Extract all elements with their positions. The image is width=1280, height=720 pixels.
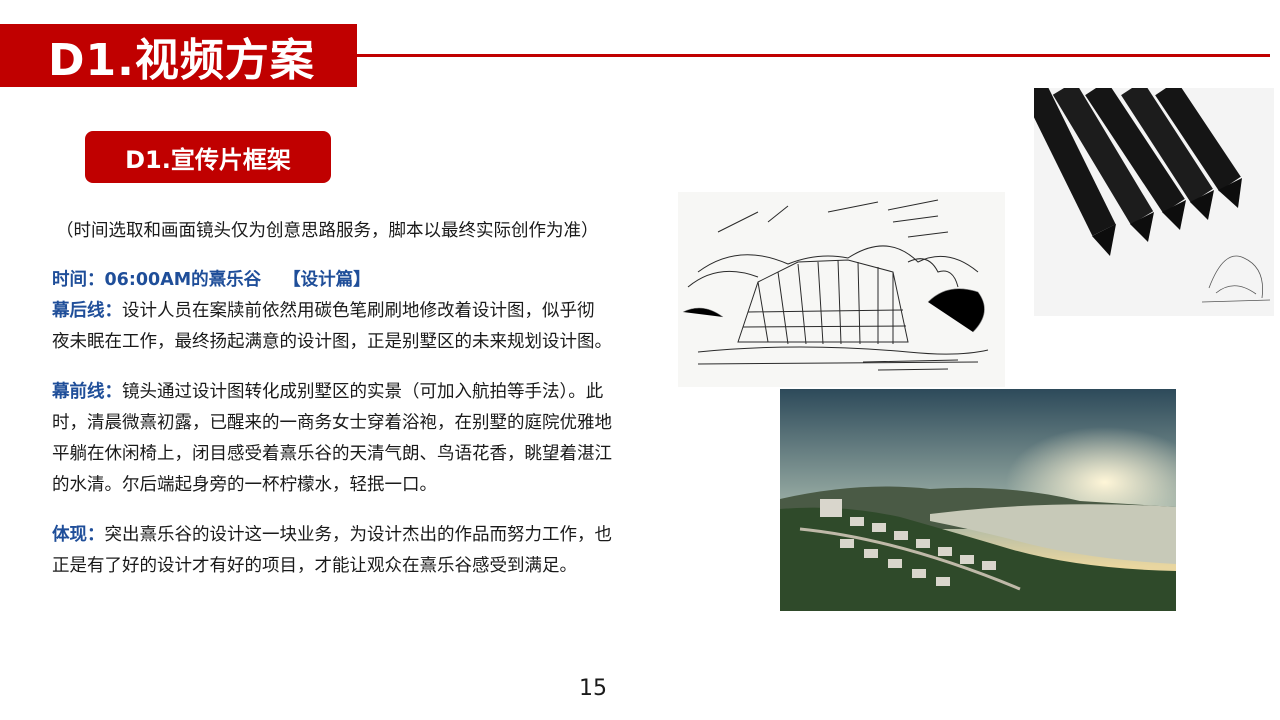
time-heading: 时间：06:00AM的熹乐谷 【设计篇】	[52, 265, 662, 296]
frontstage-label: 幕前线：	[52, 382, 122, 402]
backstage-text-1: 设计人员在案牍前依然用碳色笔刷刷地修改着设计图，似乎彻	[122, 301, 595, 321]
backstage-line-1: 幕后线：设计人员在案牍前依然用碳色笔刷刷地修改着设计图，似乎彻	[52, 296, 662, 327]
backstage-line-2: 夜未眠在工作，最终扬起满意的设计图，正是别墅区的未来规划设计图。	[52, 332, 612, 352]
embody-section: 体现：突出熹乐谷的设计这一块业务，为设计杰出的作品而努力工作，也 正是有了好的设…	[52, 520, 662, 582]
disclaimer-note: （时间选取和画面镜头仅为创意思路服务，脚本以最终实际创作为准）	[56, 221, 599, 241]
script-text: （时间选取和画面镜头仅为创意思路服务，脚本以最终实际创作为准） 时间：06:00…	[52, 216, 662, 601]
frontstage-line-4: 的水清。尔后端起身旁的一杯柠檬水，轻抿一口。	[52, 475, 437, 495]
time-label: 时间：06:00AM的熹乐谷	[52, 270, 262, 290]
frontstage-text-1: 镜头通过设计图转化成别墅区的实景（可加入航拍等手法）。此	[122, 382, 604, 402]
backstage-section: 时间：06:00AM的熹乐谷 【设计篇】 幕后线：设计人员在案牍前依然用碳色笔刷刷…	[52, 265, 662, 358]
architecture-sketch-image	[678, 192, 1005, 387]
embody-text-1: 突出熹乐谷的设计这一块业务，为设计杰出的作品而努力工作，也	[104, 525, 613, 545]
frontstage-section: 幕前线：镜头通过设计图转化成别墅区的实景（可加入航拍等手法）。此 时，清晨微熹初…	[52, 377, 662, 501]
page-number: 15	[579, 676, 607, 701]
embody-label: 体现：	[52, 525, 105, 545]
villa-area-rendering-image	[780, 389, 1176, 611]
title-banner: D1.视频方案	[0, 24, 357, 87]
title-rule	[357, 54, 1270, 57]
frontstage-line-3: 平躺在休闲椅上，闭目感受着熹乐谷的天清气朗、鸟语花香，眺望着湛江	[52, 444, 612, 464]
section-label-pill: D1.宣传片框架	[85, 131, 331, 183]
embody-line-1: 体现：突出熹乐谷的设计这一块业务，为设计杰出的作品而努力工作，也	[52, 520, 662, 551]
slide-title: D1.视频方案	[48, 34, 315, 86]
embody-line-2: 正是有了好的设计才有好的项目，才能让观众在熹乐谷感受到满足。	[52, 556, 577, 576]
charcoal-pencils-image	[1034, 88, 1274, 316]
backstage-label: 幕后线：	[52, 301, 122, 321]
chapter-tag: 【设计篇】	[283, 270, 371, 290]
frontstage-line-1: 幕前线：镜头通过设计图转化成别墅区的实景（可加入航拍等手法）。此	[52, 377, 662, 408]
frontstage-line-2: 时，清晨微熹初露，已醒来的一商务女士穿着浴袍，在别墅的庭院优雅地	[52, 413, 612, 433]
section-label: D1.宣传片框架	[125, 145, 291, 174]
